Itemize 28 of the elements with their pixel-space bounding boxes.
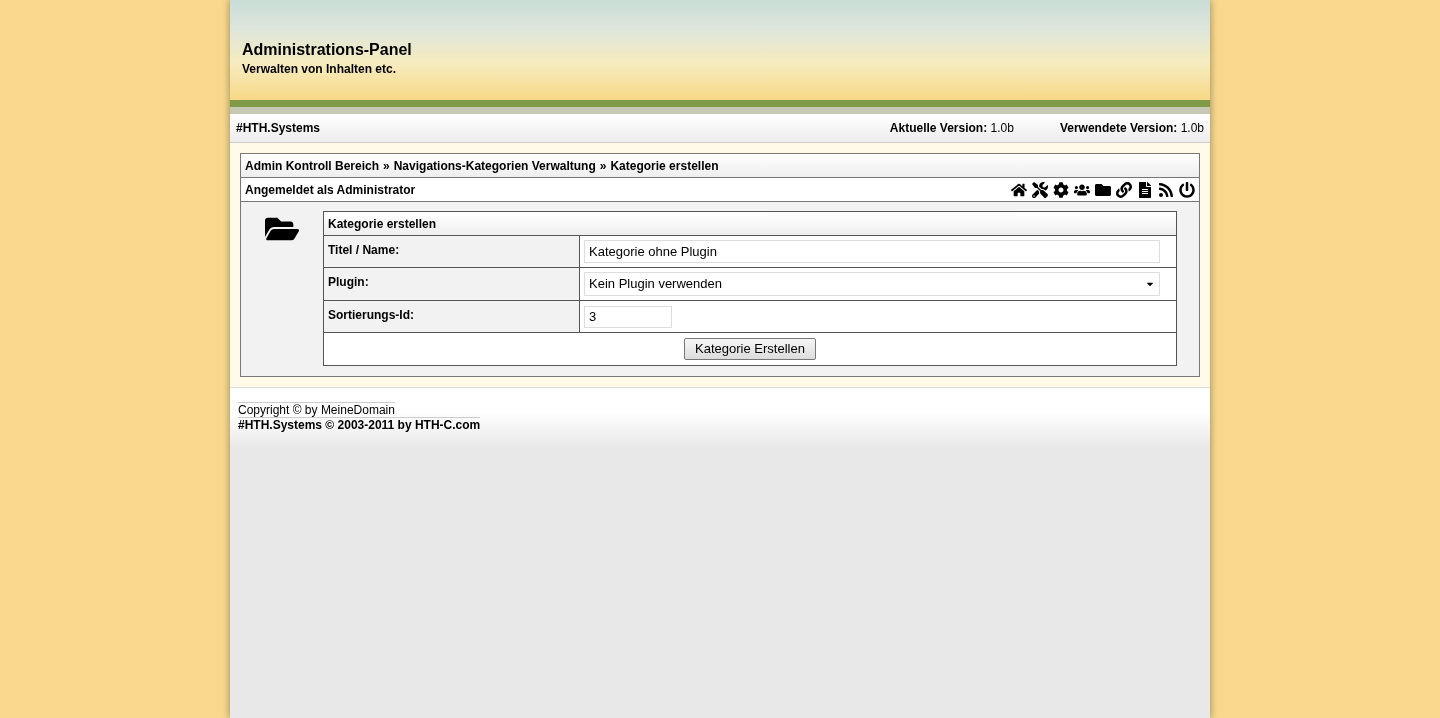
rss-icon[interactable] — [1158, 181, 1174, 198]
folder-icon[interactable] — [1095, 181, 1111, 198]
version-text: Aktuelle Version: 1.0b — [889, 120, 1014, 137]
copyright-text: Copyright © by MeineDomain — [238, 402, 395, 417]
tools-icon[interactable] — [1032, 181, 1048, 198]
breadcrumb-separator: » — [599, 157, 607, 175]
field-label: Plugin: — [324, 268, 580, 300]
sort-id-input[interactable]: 3 — [584, 305, 672, 328]
field-label: Titel / Name: — [324, 236, 580, 267]
panel-title: Administrations-Panel — [242, 40, 413, 60]
settings-icon[interactable] — [1053, 181, 1069, 198]
login-status: Angemeldet als Administrator — [245, 181, 416, 199]
version-text: Verwendete Version: 1.0b — [1059, 120, 1204, 137]
title-input[interactable]: Kategorie ohne Plugin — [584, 240, 1160, 263]
brand-text: #HTH.Systems — [236, 120, 321, 137]
breadcrumb-link[interactable]: Kategorie erstellen — [610, 156, 719, 175]
plugin-select[interactable]: Kein Plugin verwenden — [584, 272, 1160, 296]
breadcrumb-link[interactable]: Navigations-Kategorien Verwaltung — [393, 156, 596, 175]
breadcrumb-separator: » — [383, 157, 390, 175]
breadcrumb-link[interactable]: Admin Kontroll Bereich — [245, 156, 379, 175]
document-icon[interactable] — [1137, 181, 1153, 198]
create-category-button[interactable]: Kategorie Erstellen — [684, 338, 816, 360]
credit-text: #HTH.Systems © 2003-2011 by HTH-C.com — [238, 417, 481, 432]
link-icon[interactable] — [1116, 181, 1132, 198]
field-label: Sortierungs-Id: — [324, 301, 580, 332]
home-icon[interactable] — [1011, 181, 1027, 198]
panel-subtitle: Verwalten von Inhalten etc. — [242, 61, 398, 78]
power-icon[interactable] — [1179, 181, 1195, 198]
